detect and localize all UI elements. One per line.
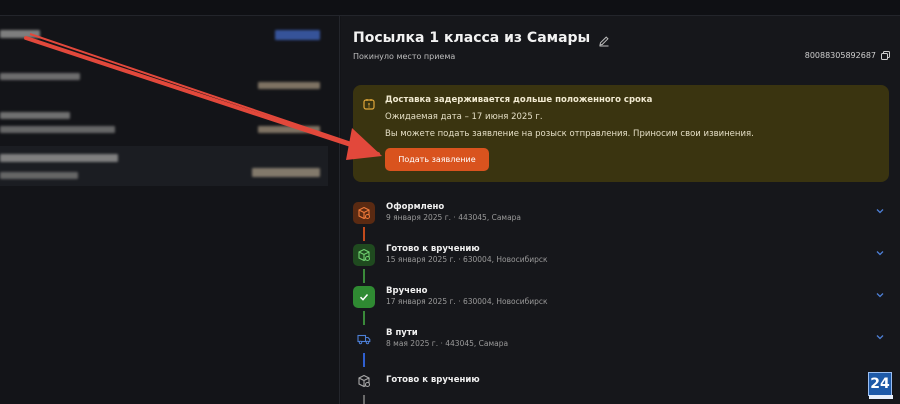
timeline-event[interactable]: Оформлено 9 января 2025 г. · 443045, Сам… [353, 200, 889, 240]
chevron-down-icon[interactable] [875, 206, 885, 216]
alert-message: Вы можете подать заявление на розыск отп… [385, 129, 754, 139]
chevron-down-icon[interactable] [875, 248, 885, 258]
tracking-number-text: 80088305892687 [804, 51, 876, 60]
package-icon [353, 202, 375, 224]
page-title: Посылка 1 класса из Самары [353, 30, 591, 46]
package-check-icon [353, 244, 375, 266]
timeline-event[interactable]: Готово к вручению [353, 368, 889, 404]
title-row: Посылка 1 класса из Самары [353, 30, 610, 47]
event-title: В пути [386, 328, 418, 338]
copy-icon[interactable] [881, 51, 890, 60]
status-line: Покинуло место приема [353, 52, 456, 61]
parcel-detail-panel: Посылка 1 класса из Самары Покинуло мест… [341, 16, 900, 404]
tracking-number: 80088305892687 [805, 51, 890, 60]
event-title: Вручено [386, 286, 428, 296]
redacted-text [0, 154, 118, 162]
redacted-text [0, 73, 80, 80]
redacted-text [258, 126, 320, 133]
redacted-text [0, 112, 70, 119]
timeline-event[interactable]: В пути 8 мая 2025 г. · 443045, Самара [353, 326, 889, 366]
event-title: Готово к вручению [386, 244, 480, 254]
redacted-text [0, 126, 115, 133]
channel-badge: 24 [868, 372, 893, 399]
redacted-text [0, 172, 78, 179]
chevron-down-icon[interactable] [875, 332, 885, 342]
event-subtitle: 15 января 2025 г. · 630004, Новосибирск [386, 255, 548, 264]
timeline-event[interactable]: Вручено 17 января 2025 г. · 630004, Ново… [353, 284, 889, 324]
redacted-text [275, 30, 320, 40]
checkmark-icon [353, 286, 375, 308]
chevron-down-icon[interactable] [875, 290, 885, 300]
calendar-alert-icon [363, 95, 375, 110]
selected-list-item[interactable] [0, 146, 328, 186]
redacted-text [258, 82, 320, 89]
alert-title: Доставка задерживается дольше положенног… [385, 95, 653, 105]
redacted-text [252, 168, 320, 177]
pencil-icon[interactable] [598, 32, 610, 47]
event-subtitle: 9 января 2025 г. · 443045, Самара [386, 213, 522, 222]
badge-label: 24 [870, 376, 890, 392]
event-subtitle: 17 января 2025 г. · 630004, Новосибирск [386, 297, 548, 306]
event-title: Оформлено [386, 202, 445, 212]
top-bar [0, 0, 900, 16]
parcel-list-panel [0, 16, 340, 404]
redacted-text [0, 30, 40, 38]
event-subtitle: 8 мая 2025 г. · 443045, Самара [386, 339, 509, 348]
event-title: Готово к вручению [386, 375, 480, 385]
package-check-icon [353, 370, 375, 392]
timeline-event[interactable]: Готово к вручению 15 января 2025 г. · 63… [353, 242, 889, 282]
truck-icon [353, 328, 375, 350]
alert-expected-date: Ожидаемая дата – 17 июня 2025 г. [385, 112, 543, 122]
delay-alert: Доставка задерживается дольше положенног… [353, 85, 889, 182]
submit-claim-button[interactable]: Подать заявление [385, 148, 489, 171]
